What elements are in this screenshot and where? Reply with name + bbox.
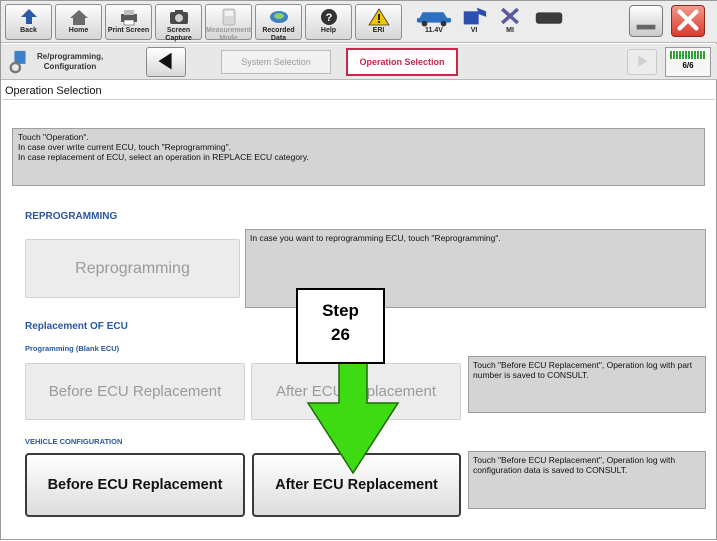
system-selection-crumb[interactable]: System Selection — [221, 50, 331, 74]
recorded-data-icon — [269, 11, 288, 23]
eri-label: ERI — [372, 27, 385, 34]
triangle-left-icon — [158, 52, 172, 70]
instruction-line: In case over write current ECU, touch "R… — [18, 142, 231, 152]
reprogramming-crumb-label: Re/programming, Configuration — [37, 52, 104, 71]
blank-ecu-subheading: Programming (Blank ECU) — [25, 344, 120, 353]
vi-label: VI — [470, 27, 478, 34]
navigation-bar: Re/programming, Configuration System Sel… — [1, 44, 717, 80]
step-number: 26 — [331, 325, 350, 344]
recorded-data-label: Recorded Data — [262, 27, 295, 42]
screen-capture-button[interactable]: Screen Capture — [155, 4, 202, 42]
instruction-line: Touch "Operation". — [18, 132, 89, 142]
page-progress-bars — [670, 51, 706, 59]
measurement-mode-label: Measurement Mode — [206, 27, 252, 42]
consult-window: Back Home Print Screen Screen Capture Me… — [0, 0, 717, 540]
mi-label: MI — [506, 27, 514, 34]
triangle-right-icon — [638, 55, 648, 67]
step-callout: Step 26 — [296, 288, 385, 364]
camera-icon — [169, 10, 188, 24]
blank-after-ecu-replacement-button[interactable]: After ECU Replacement — [251, 363, 461, 420]
recorded-data-button[interactable]: Recorded Data — [255, 4, 302, 42]
reprogramming-icon — [9, 50, 26, 74]
vehicle-before-ecu-replacement-button[interactable]: Before ECU Replacement — [25, 453, 245, 517]
blank-ecu-description: Touch "Before ECU Replacement", Operatio… — [468, 356, 706, 413]
operation-selection-crumb[interactable]: Operation Selection — [346, 48, 458, 76]
reprogramming-button[interactable]: Reprogramming — [25, 239, 240, 298]
instruction-line: In case replacement of ECU, select an op… — [18, 152, 309, 162]
blank-before-ecu-replacement-button[interactable]: Before ECU Replacement — [25, 363, 245, 420]
close-button[interactable] — [671, 5, 705, 37]
battery-voltage: 11.4V — [425, 27, 443, 34]
reprogramming-heading: REPROGRAMMING — [25, 211, 118, 222]
minimize-icon — [636, 24, 656, 30]
step-word: Step — [322, 301, 359, 320]
next-step-button[interactable] — [627, 49, 657, 75]
back-button[interactable]: Back — [5, 4, 52, 40]
vehicle-after-ecu-replacement-button[interactable]: After ECU Replacement — [252, 453, 461, 517]
top-toolbar: Back Home Print Screen Screen Capture Me… — [1, 1, 717, 43]
vi-device-icon — [463, 7, 487, 25]
measurement-mode-button[interactable]: Measurement Mode — [205, 4, 252, 42]
mi-disconnected-icon — [501, 7, 519, 25]
back-label: Back — [20, 27, 37, 34]
car-icon — [416, 12, 452, 27]
help-icon: ? — [320, 9, 337, 25]
back-arrow-icon — [20, 9, 37, 24]
printer-icon — [120, 10, 137, 26]
reprogramming-configuration-crumb[interactable]: Re/programming, Configuration — [7, 48, 103, 76]
page-indicator: 6/6 — [665, 47, 711, 77]
battery-status: 11.4V — [413, 4, 455, 40]
print-screen-label: Print Screen — [107, 27, 150, 34]
close-icon — [677, 9, 699, 31]
svg-text:?: ? — [325, 12, 332, 24]
page-number: 6/6 — [682, 61, 694, 70]
warning-icon — [367, 8, 390, 26]
mi-status: MI — [495, 4, 525, 40]
page-title: Operation Selection — [3, 82, 715, 100]
previous-step-button[interactable] — [146, 47, 186, 77]
meter-icon — [222, 8, 235, 26]
eri-button[interactable]: ERI — [355, 4, 402, 40]
home-button[interactable]: Home — [55, 4, 102, 40]
screen-capture-label: Screen Capture — [165, 27, 192, 42]
home-label: Home — [68, 27, 89, 34]
home-icon — [69, 10, 88, 25]
keyboard-icon — [535, 12, 563, 24]
keyboard-status — [531, 4, 567, 40]
instruction-box: Touch "Operation". In case over write cu… — [12, 128, 705, 186]
replacement-heading: Replacement OF ECU — [25, 321, 128, 332]
vi-status: VI — [459, 4, 489, 40]
print-screen-button[interactable]: Print Screen — [105, 4, 152, 40]
help-button[interactable]: ? Help — [305, 4, 352, 40]
vehicle-configuration-subheading: VEHICLE CONFIGURATION — [25, 437, 123, 446]
minimize-button[interactable] — [629, 5, 663, 37]
vehicle-configuration-description: Touch "Before ECU Replacement", Operatio… — [468, 451, 706, 509]
help-label: Help — [320, 27, 337, 34]
